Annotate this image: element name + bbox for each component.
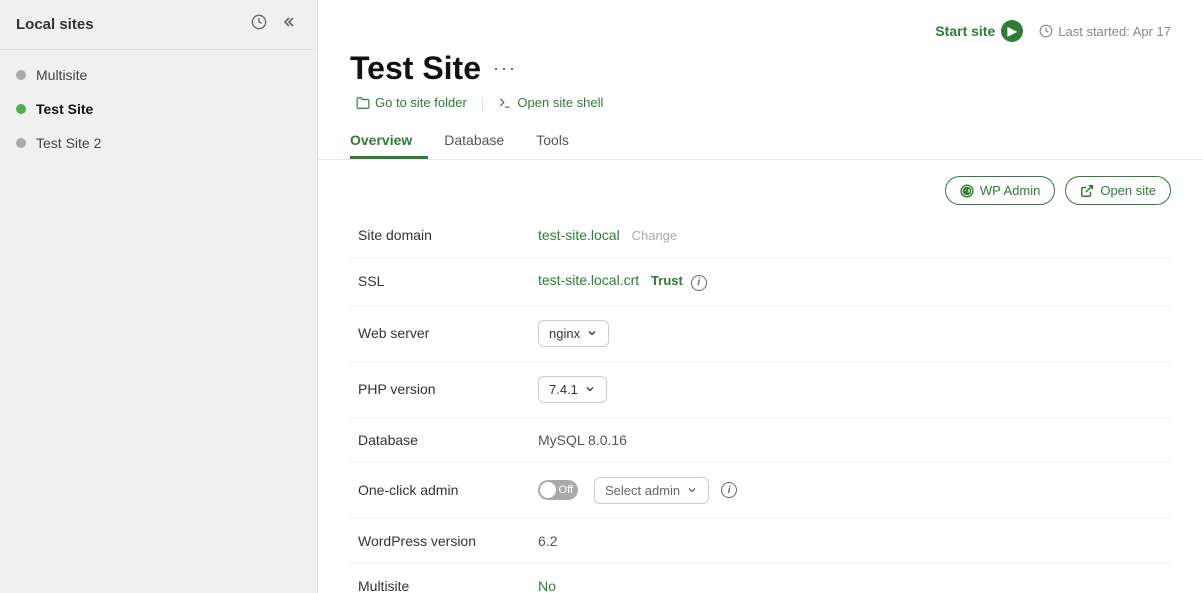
- ssl-info-icon[interactable]: i: [691, 275, 707, 291]
- last-started-clock-icon: [1039, 24, 1053, 38]
- tab-overview[interactable]: Overview: [350, 124, 428, 159]
- top-actions-bar: Start site ▶ Last started: Apr 17: [350, 20, 1171, 50]
- value-web-server: nginx: [530, 305, 1171, 361]
- start-site-arrow-icon: ▶: [1001, 20, 1023, 42]
- sidebar-title: Local sites: [16, 16, 94, 33]
- sidebar-icons: [249, 12, 301, 37]
- label-wp-version: WordPress version: [350, 518, 530, 563]
- web-server-value: nginx: [549, 326, 580, 341]
- web-server-dropdown[interactable]: nginx: [538, 320, 609, 347]
- ssl-value: test-site.local.crt: [538, 272, 639, 288]
- table-row-ssl: SSL test-site.local.crt Trust i: [350, 258, 1171, 306]
- chevron-down-icon: [586, 327, 598, 339]
- sidebar-item-label-multisite: Multisite: [36, 67, 87, 83]
- table-row-multisite: Multisite No: [350, 563, 1171, 593]
- one-click-admin-toggle[interactable]: Off: [538, 480, 578, 500]
- chevron-down-icon: [584, 383, 596, 395]
- sidebar-item-test-site-2[interactable]: Test Site 2: [0, 126, 317, 160]
- site-title: Test Site: [350, 50, 481, 87]
- chevron-left-icon: [283, 14, 299, 30]
- select-admin-label: Select admin: [605, 483, 680, 498]
- trust-button[interactable]: Trust: [651, 273, 683, 288]
- label-site-domain: Site domain: [350, 213, 530, 258]
- start-site-button[interactable]: Start site ▶: [935, 20, 1023, 42]
- value-php-version: 7.4.1: [530, 361, 1171, 417]
- toggle-off-label: Off: [559, 484, 573, 496]
- php-version-value: 7.4.1: [549, 382, 578, 397]
- open-site-button[interactable]: Open site: [1065, 176, 1171, 205]
- label-web-server: Web server: [350, 305, 530, 361]
- chevron-down-icon: [686, 484, 698, 496]
- select-admin-button[interactable]: Select admin: [594, 477, 709, 504]
- open-site-label: Open site: [1100, 183, 1156, 198]
- sidebar-item-label-test-site: Test Site: [36, 101, 93, 117]
- toggle-container: Off Select admin i: [538, 477, 737, 504]
- table-row-site-domain: Site domain test-site.local Change: [350, 213, 1171, 258]
- last-started-text: Last started: Apr 17: [1058, 24, 1171, 39]
- value-multisite: No: [530, 563, 1171, 593]
- wp-version-value: 6.2: [538, 533, 557, 549]
- wp-admin-button[interactable]: WP Admin: [945, 176, 1055, 205]
- go-to-site-folder-label: Go to site folder: [375, 95, 467, 110]
- sidebar: Local sites Multisite Test Site: [0, 0, 318, 593]
- value-one-click-admin: Off Select admin i: [530, 462, 1171, 518]
- value-database: MySQL 8.0.16: [530, 417, 1171, 462]
- history-icon-button[interactable]: [249, 12, 269, 37]
- status-dot-test-site: [16, 104, 26, 114]
- one-click-admin-info-icon[interactable]: i: [721, 482, 737, 498]
- value-wp-version: 6.2: [530, 518, 1171, 563]
- site-actions-bar: Go to site folder | Open site shell: [350, 93, 1171, 112]
- domain-value: test-site.local: [538, 227, 620, 243]
- overview-table: Site domain test-site.local Change SSL t…: [350, 213, 1171, 593]
- label-one-click-admin: One-click admin: [350, 462, 530, 518]
- clock-icon: [251, 14, 267, 30]
- terminal-icon: [498, 96, 512, 110]
- sidebar-header: Local sites: [0, 0, 317, 50]
- table-row-web-server: Web server nginx: [350, 305, 1171, 361]
- action-divider: |: [481, 95, 485, 111]
- tab-database[interactable]: Database: [428, 124, 520, 159]
- last-started-info: Last started: Apr 17: [1039, 24, 1171, 39]
- label-php-version: PHP version: [350, 361, 530, 417]
- site-title-row: Test Site ···: [350, 50, 1171, 87]
- collapse-icon-button[interactable]: [281, 12, 301, 37]
- label-database: Database: [350, 417, 530, 462]
- wordpress-icon: [960, 184, 974, 198]
- folder-icon: [356, 96, 370, 110]
- table-row-database: Database MySQL 8.0.16: [350, 417, 1171, 462]
- table-row-wp-version: WordPress version 6.2: [350, 518, 1171, 563]
- main-content: Start site ▶ Last started: Apr 17 Test S…: [318, 0, 1203, 593]
- main-header: Start site ▶ Last started: Apr 17 Test S…: [318, 0, 1203, 160]
- status-dot-test-site-2: [16, 138, 26, 148]
- value-site-domain: test-site.local Change: [530, 213, 1171, 258]
- go-to-site-folder-button[interactable]: Go to site folder: [350, 93, 473, 112]
- wp-admin-label: WP Admin: [980, 183, 1040, 198]
- sidebar-item-label-test-site-2: Test Site 2: [36, 135, 101, 151]
- multisite-value: No: [538, 578, 556, 593]
- toggle-knob: [540, 482, 556, 498]
- sidebar-item-test-site[interactable]: Test Site: [0, 92, 317, 126]
- table-row-php-version: PHP version 7.4.1: [350, 361, 1171, 417]
- change-domain-button[interactable]: Change: [632, 228, 678, 243]
- content-header-actions: WP Admin Open site: [350, 160, 1171, 213]
- status-dot-multisite: [16, 70, 26, 80]
- value-ssl: test-site.local.crt Trust i: [530, 258, 1171, 306]
- label-multisite: Multisite: [350, 563, 530, 593]
- tab-tools[interactable]: Tools: [520, 124, 585, 159]
- label-ssl: SSL: [350, 258, 530, 306]
- table-row-one-click-admin: One-click admin Off Select admin: [350, 462, 1171, 518]
- site-list: Multisite Test Site Test Site 2: [0, 50, 317, 168]
- more-options-button[interactable]: ···: [493, 58, 517, 79]
- database-value: MySQL 8.0.16: [538, 432, 627, 448]
- open-site-shell-button[interactable]: Open site shell: [492, 93, 609, 112]
- tabs-row: Overview Database Tools: [350, 124, 1171, 159]
- start-site-label: Start site: [935, 23, 995, 39]
- php-version-dropdown[interactable]: 7.4.1: [538, 376, 607, 403]
- external-link-icon: [1080, 184, 1094, 198]
- sidebar-item-multisite[interactable]: Multisite: [0, 58, 317, 92]
- overview-content: WP Admin Open site Site domain test-site…: [318, 160, 1203, 593]
- open-site-shell-label: Open site shell: [517, 95, 603, 110]
